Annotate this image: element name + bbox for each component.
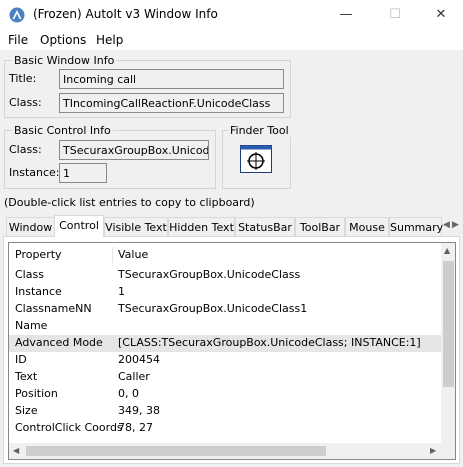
tab-hidden-text[interactable]: Hidden Text [168, 217, 235, 236]
value-cell: 349, 38 [118, 404, 160, 417]
property-cell: Instance [15, 285, 62, 298]
horizontal-scrollbar[interactable]: ◀ ▶ [9, 443, 441, 459]
control-class-field[interactable]: TSecuraxGroupBox.UnicodeCl [59, 140, 209, 160]
column-header-property[interactable]: Property [15, 243, 62, 267]
tab-summary[interactable]: Summary [389, 217, 443, 236]
menu-options[interactable]: Options [40, 33, 86, 47]
vertical-scrollbar[interactable]: ▲ [441, 243, 455, 459]
property-cell: Position [15, 387, 58, 400]
property-cell: Class [15, 268, 44, 281]
tab-control[interactable]: Control [54, 215, 104, 237]
control-instance-label: Instance: [9, 166, 60, 179]
list-item[interactable]: Instance 1 [9, 284, 441, 301]
list-item[interactable]: Name [9, 318, 441, 335]
horizontal-scroll-thumb[interactable] [26, 446, 326, 456]
property-cell: ClassnameNN [15, 302, 92, 315]
tab-scroll-right-icon[interactable]: ▶ [452, 220, 459, 230]
crosshair-target-icon[interactable] [240, 145, 272, 173]
tab-toolbar[interactable]: ToolBar [295, 217, 345, 236]
value-cell: 78, 27 [118, 421, 153, 434]
autoit-app-icon [9, 7, 25, 23]
value-cell: Caller [118, 370, 150, 383]
list-item-selected[interactable]: Advanced Mode [CLASS:TSecuraxGroupBox.Un… [9, 335, 441, 352]
property-cell: ID [15, 353, 27, 366]
window-title-field[interactable]: Incoming call [59, 69, 284, 89]
tab-statusbar[interactable]: StatusBar [235, 217, 295, 236]
list-item[interactable]: ID 200454 [9, 352, 441, 369]
list-item[interactable]: Text Caller [9, 369, 441, 386]
tab-window[interactable]: Window [6, 217, 55, 236]
value-cell: 1 [118, 285, 125, 298]
maximize-button[interactable]: ☐ [372, 0, 418, 30]
tab-scroll-left-icon[interactable]: ◀ [443, 220, 450, 230]
scroll-right-icon[interactable]: ▶ [430, 446, 436, 455]
property-cell: Size [15, 404, 38, 417]
value-cell: [CLASS:TSecuraxGroupBox.UnicodeClass; IN… [118, 336, 421, 349]
property-cell: Name [15, 319, 48, 332]
list-item[interactable]: Class TSecuraxGroupBox.UnicodeClass [9, 267, 441, 284]
tab-mouse[interactable]: Mouse [345, 217, 389, 236]
finder-tool-legend: Finder Tool [228, 124, 291, 137]
list-item[interactable]: ControlClick Coords 78, 27 [9, 420, 441, 437]
value-cell: 0, 0 [118, 387, 139, 400]
tab-visible-text[interactable]: Visible Text [104, 217, 168, 236]
list-item[interactable]: Position 0, 0 [9, 386, 441, 403]
list-item[interactable]: Size 349, 38 [9, 403, 441, 420]
control-class-label: Class: [9, 143, 42, 156]
value-cell: TSecuraxGroupBox.UnicodeClass1 [118, 302, 308, 315]
window-class-field[interactable]: TIncomingCallReactionF.UnicodeClass [59, 93, 284, 113]
column-divider[interactable] [112, 247, 113, 263]
property-cell: Advanced Mode [15, 336, 103, 349]
column-header-value[interactable]: Value [118, 243, 148, 267]
property-cell: ControlClick Coords [15, 421, 123, 434]
minimize-button[interactable]: — [323, 0, 369, 30]
menu-help[interactable]: Help [96, 33, 123, 47]
control-instance-field[interactable]: 1 [59, 163, 107, 183]
window-title: (Frozen) AutoIt v3 Window Info [33, 7, 218, 21]
property-cell: Text [15, 370, 38, 383]
window-title-label: Title: [9, 72, 37, 85]
value-cell: TSecuraxGroupBox.UnicodeClass [118, 268, 301, 281]
value-cell: 200454 [118, 353, 160, 366]
list-item[interactable]: ClassnameNN TSecuraxGroupBox.UnicodeClas… [9, 301, 441, 318]
clipboard-hint: (Double-click list entries to copy to cl… [4, 196, 255, 209]
scroll-up-icon[interactable]: ▲ [444, 246, 450, 255]
basic-window-info-legend: Basic Window Info [12, 54, 117, 67]
vertical-scroll-thumb[interactable] [443, 261, 454, 387]
menu-file[interactable]: File [8, 33, 28, 47]
basic-control-info-legend: Basic Control Info [12, 124, 113, 137]
window-class-label: Class: [9, 96, 42, 109]
properties-list[interactable]: Property Value Class TSecuraxGroupBox.Un… [8, 242, 456, 460]
scroll-left-icon[interactable]: ◀ [13, 446, 19, 455]
close-button[interactable]: ✕ [418, 0, 463, 30]
